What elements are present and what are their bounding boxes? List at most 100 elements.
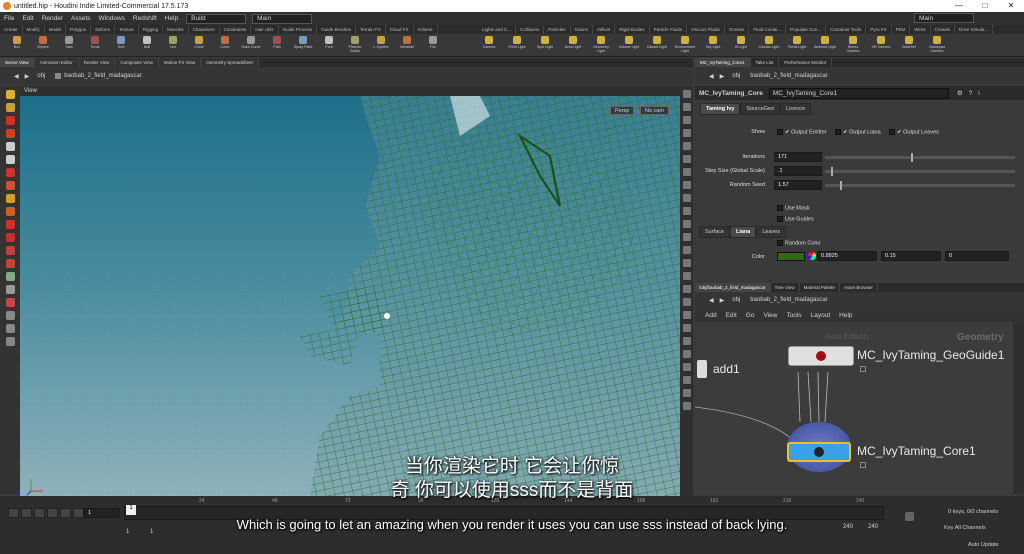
random-color-checkbox[interactable]: Random Color xyxy=(777,240,820,246)
tab-tree-view[interactable]: Tree View xyxy=(771,283,800,292)
display-camera-icon[interactable] xyxy=(682,285,691,293)
shelf-tool-l-system[interactable]: L-System xyxy=(370,34,392,49)
shelf-right-tab-16[interactable]: Drive Simula... xyxy=(955,25,994,34)
shelf-left-tab-11[interactable]: Guide Process xyxy=(279,25,318,34)
persp-button[interactable]: Persp xyxy=(610,106,635,115)
shelf-tool-grid[interactable]: Grid xyxy=(110,34,132,49)
shelf-left-tab-7[interactable]: Muscles xyxy=(163,25,189,34)
help-icon[interactable]: ? xyxy=(969,90,973,97)
display-xray-icon[interactable] xyxy=(682,220,691,228)
shelf-left-tab-3[interactable]: Polygon xyxy=(66,25,92,34)
shelf-tool-sky-light[interactable]: Sky Light xyxy=(702,34,724,49)
auto-update-button[interactable]: Auto Update xyxy=(968,542,999,548)
camera-button[interactable]: No cam xyxy=(640,106,669,115)
tab-motion-fx-view[interactable]: Motion FX View xyxy=(158,58,202,67)
shelf-tool-gamepad-camera[interactable]: Gamepad Camera xyxy=(926,34,948,53)
shading-icon[interactable] xyxy=(5,298,15,307)
right-desktop-dropdown[interactable]: Main xyxy=(914,13,974,23)
shelf-tool-spray-paint[interactable]: Spray Paint xyxy=(292,34,314,49)
shelf-tool-file[interactable]: File xyxy=(422,34,444,49)
display-ghost-icon[interactable] xyxy=(682,246,691,254)
iterations-slider-handle[interactable] xyxy=(910,153,913,162)
shelf-tool-circle[interactable]: Circle xyxy=(188,34,210,49)
move-tool-icon[interactable] xyxy=(5,103,15,112)
output-liana-checkbox[interactable]: ✔ Output Liana xyxy=(835,129,881,135)
node-add1[interactable] xyxy=(697,360,707,378)
lasso-tool-icon[interactable] xyxy=(5,233,15,242)
shelf-tool-line[interactable]: Line xyxy=(162,34,184,49)
shelf-tool-tube[interactable]: Tube xyxy=(58,34,80,49)
shelf-right-tab-0[interactable]: Lights and C... xyxy=(478,25,517,34)
param-back-arrow-icon[interactable]: ◀ xyxy=(709,73,714,80)
color-wheel-icon[interactable] xyxy=(808,252,816,260)
view-label[interactable]: View xyxy=(24,88,37,94)
display-options-icon[interactable] xyxy=(682,337,691,345)
shelf-tool-distant-light[interactable]: Distant Light xyxy=(646,34,668,49)
output-leaves-checkbox[interactable]: ✔ Output Leaves xyxy=(889,129,939,135)
display-normals-icon[interactable] xyxy=(682,129,691,137)
shelf-right-tab-12[interactable]: Pyro FX xyxy=(866,25,892,34)
display-bg-icon[interactable] xyxy=(682,181,691,189)
scale-tool-icon[interactable] xyxy=(5,129,15,138)
snap-tool-icon[interactable] xyxy=(5,181,15,190)
param-forward-arrow-icon[interactable]: ▶ xyxy=(720,73,725,80)
forward-arrow-icon[interactable]: ▶ xyxy=(25,73,30,80)
use-mask-checkbox[interactable]: Use Mask xyxy=(777,205,809,211)
shelf-tool-ambient-light[interactable]: Ambient Light xyxy=(814,34,836,49)
minimize-button[interactable]: — xyxy=(946,0,972,12)
shelf-right-tab-7[interactable]: Viscous Fluids xyxy=(687,25,725,34)
shelf-right-tab-11[interactable]: Container Tools xyxy=(826,25,867,34)
shelf-left-tab-2[interactable]: Model xyxy=(45,25,67,34)
display-wire-icon[interactable] xyxy=(682,90,691,98)
pose-tool-icon[interactable] xyxy=(5,168,15,177)
shelf-left-tab-5[interactable]: Texture xyxy=(115,25,139,34)
shelf-right-tab-9[interactable]: Fluid Contai... xyxy=(749,25,787,34)
shelf-tool-area-light[interactable]: Area Light xyxy=(562,34,584,49)
magnet-tool-icon[interactable] xyxy=(5,220,15,229)
step-size-slider[interactable] xyxy=(825,167,1015,176)
shelf-left-tab-10[interactable]: Hair Utils xyxy=(251,25,279,34)
view-tool-icon[interactable] xyxy=(5,142,15,151)
shelf-tool-path[interactable]: Path xyxy=(266,34,288,49)
shelf-tool-stereo-camera[interactable]: Stereo Camera xyxy=(842,34,864,53)
brush-tool-icon[interactable] xyxy=(5,194,15,203)
ghost-icon[interactable] xyxy=(5,311,15,320)
shelf-right-tab-8[interactable]: Oceans xyxy=(725,25,750,34)
display-stats-icon[interactable] xyxy=(682,272,691,280)
display-guide-icon[interactable] xyxy=(682,142,691,150)
tab-asset-browser[interactable]: Asset Browser xyxy=(840,283,878,292)
edit-tool-icon[interactable] xyxy=(5,246,15,255)
shelf-right-tab-13[interactable]: FEM xyxy=(892,25,911,34)
iterations-slider[interactable] xyxy=(825,153,1015,162)
net-forward-arrow-icon[interactable]: ▶ xyxy=(720,297,725,304)
shelf-right-tab-2[interactable]: Particles xyxy=(544,25,571,34)
net-back-arrow-icon[interactable]: ◀ xyxy=(709,297,714,304)
shelf-tool-portal-light[interactable]: Portal Light xyxy=(786,34,808,49)
display-points-icon[interactable] xyxy=(682,116,691,124)
display-frame-icon[interactable] xyxy=(682,389,691,397)
tab-sourcegeo[interactable]: SourceGeo xyxy=(740,103,781,115)
node-name-field[interactable]: MC_IvyTaming_Core1 xyxy=(768,87,949,99)
param-path-context[interactable]: obj xyxy=(732,73,740,79)
shelf-right-tab-10[interactable]: Populate Con... xyxy=(786,25,827,34)
shelf-tool-environment-light[interactable]: Environment Light xyxy=(674,34,696,53)
display-lights-icon[interactable] xyxy=(682,168,691,176)
rotate-tool-icon[interactable] xyxy=(5,116,15,125)
tab-geometry-spreadsheet[interactable]: Geometry Spreadsheet xyxy=(201,58,259,67)
path-node[interactable]: baobab_2_field_madagascar xyxy=(64,73,141,79)
display-shaded-icon[interactable] xyxy=(682,103,691,111)
display-lock-icon[interactable] xyxy=(682,350,691,358)
menu-windows[interactable]: Windows xyxy=(99,15,125,22)
step-size-field[interactable]: .1 xyxy=(774,166,822,176)
shelf-tool-box[interactable]: Box xyxy=(6,34,28,49)
shelf-right-tab-15[interactable]: Crowds xyxy=(931,25,955,34)
shelf-left-tab-4[interactable]: Deform xyxy=(91,25,116,34)
menu-file[interactable]: File xyxy=(4,15,14,22)
tab-take-list[interactable]: Take List xyxy=(751,58,780,67)
color-g-field[interactable]: 0.15 xyxy=(881,251,941,261)
shelf-right-tab-1[interactable]: Collisions xyxy=(516,25,545,34)
tab-composite-view[interactable]: Composite View xyxy=(115,58,159,67)
shelf-left-tab-9[interactable]: Constraints xyxy=(220,25,252,34)
net-menu-edit[interactable]: Edit xyxy=(726,312,737,319)
tab-param-node[interactable]: MC_IvyTaming_Core1 xyxy=(695,58,751,67)
